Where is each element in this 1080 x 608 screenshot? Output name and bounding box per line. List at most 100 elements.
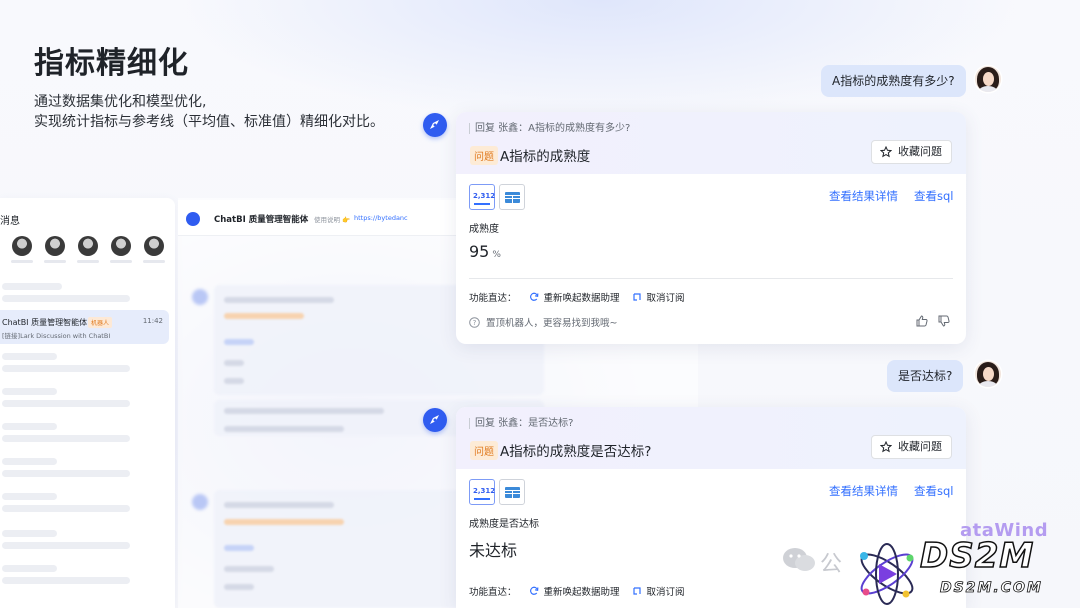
thumbs-down-icon[interactable] (938, 315, 950, 327)
favorite-label: 收藏问题 (898, 440, 942, 453)
rewake-label: 重新唤起数据助理 (543, 293, 620, 304)
chat-list-item-chatbi[interactable]: ChatBI 质量管理智能体 机器人 11:42 [链接]Lark Discus… (0, 310, 169, 344)
favorite-question-button[interactable]: 收藏问题 (871, 140, 952, 164)
avatar[interactable] (78, 236, 98, 256)
user-avatar[interactable] (975, 361, 1001, 387)
favorite-question-button[interactable]: 收藏问题 (871, 435, 952, 459)
bot-avatar[interactable] (423, 408, 447, 432)
question-badge: 问题 (470, 441, 498, 460)
functions-label: 功能直达： (469, 293, 517, 304)
number-view-icon[interactable]: 2,312 (469, 479, 495, 505)
list-item (2, 295, 130, 302)
blurred-bot-avatar (192, 289, 208, 305)
slide-title: 指标精细化 (34, 46, 189, 81)
rewake-assistant-button[interactable]: 重新唤起数据助理 (529, 290, 620, 304)
question-title: A指标的成熟度 (500, 149, 591, 165)
atom-logo-icon (860, 543, 914, 605)
tip-text: 置顶机器人，更容易找到我哦~ (486, 318, 618, 329)
unsubscribe-label: 取消订阅 (646, 293, 685, 304)
list-item (2, 388, 57, 395)
blurred-bot-avatar (192, 494, 208, 510)
unsubscribe-button[interactable]: 取消订阅 (632, 584, 685, 598)
blurred-line (224, 584, 254, 590)
unsubscribe-icon (632, 587, 641, 595)
view-sql-link[interactable]: 查看sql (914, 188, 954, 204)
wechat-watermark-text: 公 (820, 552, 843, 577)
pin-bot-tip: ? 置顶机器人，更容易找到我哦~ (469, 315, 617, 329)
avatar[interactable] (144, 236, 164, 256)
header-url[interactable]: https://bytedanc (354, 214, 408, 222)
bot-avatar[interactable] (423, 113, 447, 137)
list-item (2, 435, 130, 442)
rewake-assistant-button[interactable]: 重新唤起数据助理 (529, 584, 620, 598)
number-view-icon[interactable]: 2,312 (469, 184, 495, 210)
unsubscribe-button[interactable]: 取消订阅 (632, 290, 685, 304)
blurred-line (224, 313, 304, 319)
view-result-details-link[interactable]: 查看结果详情 (829, 188, 898, 204)
list-item (2, 423, 57, 430)
list-item (2, 542, 130, 549)
help-icon: ? (469, 316, 480, 328)
avatar-label (143, 260, 165, 263)
metric-label: 成熟度是否达标 (469, 519, 539, 530)
view-toggle: 2,312 (469, 479, 525, 505)
subtitle-line-2: 实现统计指标与参考线（平均值、标准值）精细化对比。 (34, 114, 384, 130)
ds2m-url: DS2M.COM (940, 580, 1043, 597)
compass-icon (430, 415, 439, 424)
blurred-line (224, 426, 344, 432)
avatar[interactable] (12, 236, 32, 256)
user-message-bubble: A指标的成熟度有多少? (821, 65, 966, 97)
question-title: A指标的成熟度是否达标? (500, 444, 652, 460)
chat-item-time: 11:42 (142, 317, 163, 325)
view-sql-link[interactable]: 查看sql (914, 483, 954, 499)
view-toggle: 2,312 (469, 184, 525, 210)
list-item (2, 283, 62, 290)
subtitle-line-1: 通过数据集优化和模型优化, (34, 94, 207, 110)
avatar[interactable] (45, 236, 65, 256)
thumbs-up-icon[interactable] (916, 315, 928, 327)
blurred-line (224, 502, 334, 508)
blurred-line (224, 545, 254, 551)
avatar-label (110, 260, 132, 263)
user-avatar[interactable] (975, 66, 1001, 92)
star-icon (880, 441, 892, 453)
metric-unit: % (492, 250, 501, 260)
blurred-line (224, 360, 244, 366)
refresh-icon (529, 586, 538, 595)
avatar[interactable] (111, 236, 131, 256)
blurred-line (224, 339, 254, 345)
list-item (2, 400, 130, 407)
list-item (2, 365, 130, 372)
rewake-label: 重新唤起数据助理 (543, 587, 620, 598)
metric-value-number: 95 (469, 242, 490, 261)
question-badge: 问题 (470, 146, 498, 165)
function-row: 功能直达： 重新唤起数据助理 取消订阅 (469, 290, 685, 304)
list-item (2, 505, 130, 512)
blurred-line (224, 408, 384, 414)
bot-icon (186, 212, 200, 226)
divider (469, 278, 953, 279)
compass-icon (430, 120, 439, 129)
avatar-label (44, 260, 66, 263)
table-view-icon[interactable] (499, 479, 525, 505)
metric-value: 未达标 (469, 541, 518, 560)
list-item (2, 470, 130, 477)
usage-link[interactable]: 使用说明 👉 (314, 214, 350, 224)
blurred-line (224, 297, 334, 303)
reply-reference: 回复 张鑫：A指标的成熟度有多少? (469, 123, 630, 134)
view-result-details-link[interactable]: 查看结果详情 (829, 483, 898, 499)
blurred-line (224, 378, 244, 384)
answer-card-header: 回复 张鑫：是否达标? 问题 A指标的成熟度是否达标? 收藏问题 (456, 407, 966, 469)
chat-item-name: ChatBI 质量管理智能体 (2, 318, 88, 327)
list-item (2, 565, 57, 572)
metric-label: 成熟度 (469, 224, 499, 235)
wechat-icon (783, 548, 815, 571)
avatar-label (77, 260, 99, 263)
table-view-icon[interactable] (499, 184, 525, 210)
app-sidebar: 消息 (0, 198, 175, 608)
list-item (2, 530, 57, 537)
list-item (2, 493, 57, 500)
ds2m-logo: DS2M (919, 535, 1035, 577)
chat-header-name: ChatBI 质量管理智能体 (214, 215, 309, 225)
bot-tag: 机器人 (88, 317, 113, 328)
